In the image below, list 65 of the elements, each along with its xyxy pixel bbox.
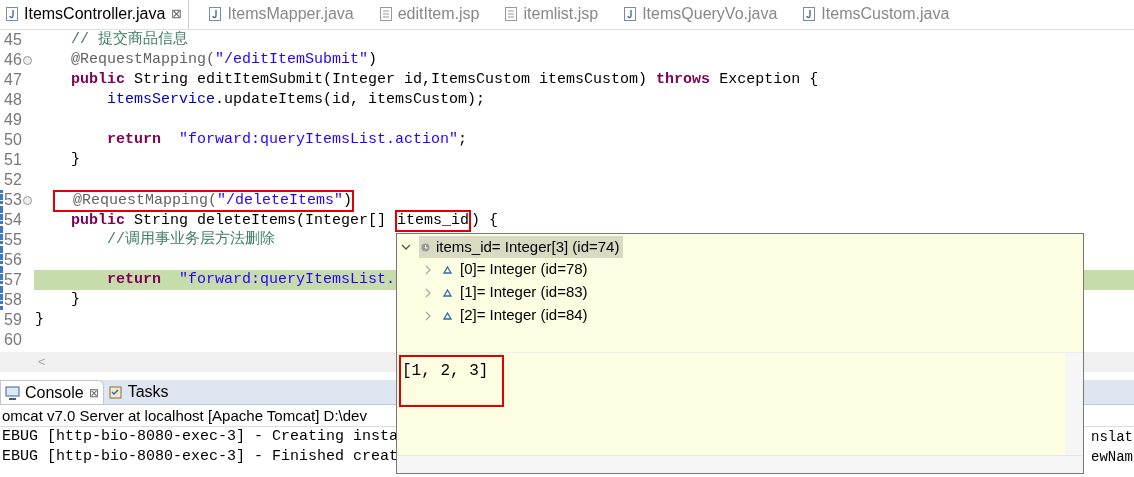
editor-tab[interactable]: editItem.jsp <box>373 0 486 29</box>
code-line: return "forward:queryItemsList. <box>106 271 396 288</box>
line-number: 53 <box>4 190 22 210</box>
close-icon[interactable]: ⊠ <box>171 4 183 24</box>
editor-tab[interactable]: itemlist.jsp <box>499 0 605 29</box>
horizontal-scrollbar[interactable] <box>397 455 1083 473</box>
panel-tab[interactable]: Console ⊠ <box>0 380 104 404</box>
line-number: 58 <box>4 290 22 310</box>
code-line: // 提交商品信息 <box>70 31 188 48</box>
close-icon[interactable]: ⊠ <box>88 383 99 402</box>
variable-tree-item[interactable]: [1]= Integer (id=83) <box>443 281 588 304</box>
code-line: @RequestMapping("/editItemSubmit") <box>70 51 378 68</box>
code-line: } <box>70 151 80 168</box>
text-file-icon <box>379 7 392 21</box>
line-number: 51 <box>4 150 22 170</box>
console-line: EBUG [http-bio-8080-exec-3] - Creating insta <box>1 427 399 447</box>
fold-icon[interactable] <box>22 195 32 205</box>
variable-tree-item[interactable]: [2]= Integer (id=84) <box>443 304 588 327</box>
local-variable-icon <box>421 242 430 252</box>
java-file-icon <box>209 7 222 21</box>
code-line: } <box>70 291 80 308</box>
line-number: 50 <box>4 130 22 150</box>
clipboard-icon <box>107 385 123 399</box>
line-number: 48 <box>4 90 22 110</box>
java-file-icon <box>624 7 637 21</box>
line-number: 46 <box>4 50 22 70</box>
line-number: 49 <box>4 110 22 130</box>
code-line: return "forward:queryItemsList.action"; <box>106 131 468 148</box>
fold-icon[interactable] <box>22 55 32 65</box>
code-line: itemsService.updateItems(id, itemsCustom); <box>106 91 486 108</box>
console-line: nslat <box>1091 428 1134 447</box>
expand-chevron-icon[interactable] <box>423 287 433 298</box>
line-number: 54 <box>4 210 22 230</box>
console-line: ewNam <box>1091 448 1134 467</box>
expand-chevron-icon[interactable] <box>423 310 433 321</box>
triangle-icon <box>443 265 452 274</box>
line-number: 56 <box>4 250 22 270</box>
code-line: //调用事业务层方法删除 <box>106 231 275 248</box>
editor-tab[interactable]: ItemsCustom.java <box>797 0 956 29</box>
code-line: public String editItemSubmit(Integer id,ItemsCustom itemsCustom) throws Exception { <box>70 71 819 88</box>
text-file-icon <box>505 7 518 21</box>
console-line: EBUG [http-bio-8080-exec-3] - Finished creat <box>1 447 399 467</box>
expand-chevron-icon[interactable] <box>423 264 433 275</box>
triangle-icon <box>443 311 452 320</box>
code-line: } <box>35 311 44 328</box>
line-number: 45 <box>4 30 22 50</box>
editor-tab[interactable]: ItemsMapper.java <box>203 0 360 29</box>
java-file-icon <box>803 7 816 21</box>
triangle-icon <box>443 288 452 297</box>
line-number: 60 <box>4 330 22 350</box>
editor-tab[interactable]: ItemsQueryVo.java <box>618 0 784 29</box>
collapse-chevron-icon[interactable] <box>401 242 411 252</box>
code-line: public String deleteItems(Integer[] items_id) { <box>35 212 499 229</box>
line-number: 55 <box>4 230 22 250</box>
vertical-scrollbar[interactable] <box>1065 353 1083 455</box>
detail-value: [1, 2, 3] <box>402 362 489 380</box>
variable-tree-item[interactable]: items_id= Integer[3] (id=74) <box>419 236 624 258</box>
line-number: 57 <box>4 270 22 290</box>
java-file-icon <box>6 7 18 21</box>
monitor-icon <box>5 385 20 400</box>
line-number: 47 <box>4 70 22 90</box>
line-number: 59 <box>4 310 22 330</box>
panel-tab[interactable]: Tasks <box>103 380 173 404</box>
line-number: 52 <box>4 170 22 190</box>
variable-tree-item[interactable]: [0]= Integer (id=78) <box>443 258 588 281</box>
